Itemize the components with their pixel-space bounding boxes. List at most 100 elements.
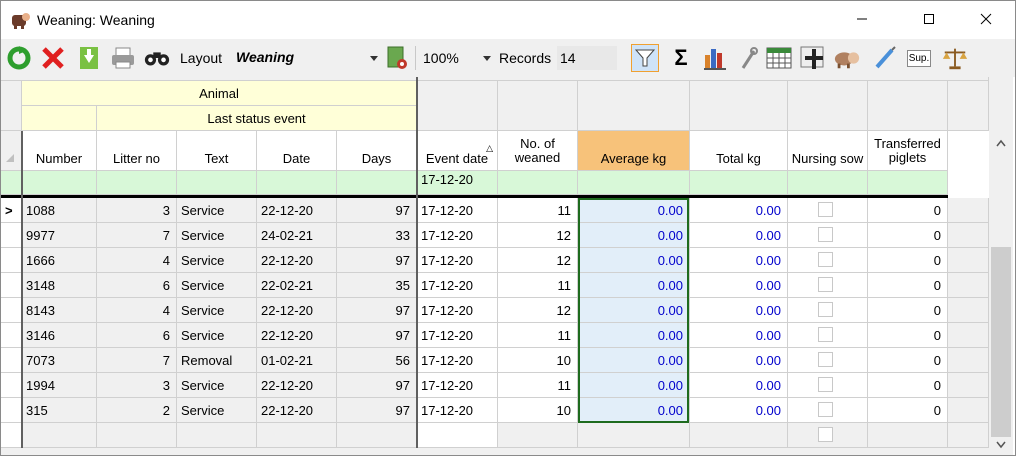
cell-total-kg[interactable]: 0.00: [690, 323, 788, 348]
filter-cell[interactable]: [498, 171, 578, 195]
cell-event-date[interactable]: 17-12-20: [417, 348, 498, 373]
cell-days[interactable]: 97: [337, 198, 417, 223]
header-event-date[interactable]: Event date △: [417, 131, 498, 171]
cell-event-date[interactable]: 17-12-20: [417, 323, 498, 348]
filter-button[interactable]: [631, 44, 659, 72]
cell-total-kg[interactable]: 0.00: [690, 198, 788, 223]
cell-litter-no[interactable]: 3: [97, 373, 177, 398]
header-litter-no[interactable]: Litter no: [97, 131, 177, 171]
new-row-cell[interactable]: [257, 423, 337, 448]
cell-no-weaned[interactable]: 12: [498, 223, 578, 248]
print-button[interactable]: [109, 44, 137, 72]
cell-number[interactable]: 9977: [22, 223, 97, 248]
cell-text[interactable]: Service: [177, 398, 257, 423]
cell-litter-no[interactable]: 4: [97, 248, 177, 273]
cell-litter-no[interactable]: 6: [97, 273, 177, 298]
delete-button[interactable]: [39, 44, 67, 72]
nursing-sow-checkbox[interactable]: [818, 227, 833, 242]
row-indicator[interactable]: [1, 323, 22, 348]
cell-event-date[interactable]: 17-12-20: [417, 248, 498, 273]
cell-date[interactable]: 22-12-20: [257, 398, 337, 423]
cell-no-weaned[interactable]: 11: [498, 198, 578, 223]
cell-date[interactable]: 22-12-20: [257, 198, 337, 223]
cell-transferred-piglets[interactable]: 0: [868, 198, 948, 223]
nursing-sow-checkbox[interactable]: [818, 202, 833, 217]
maximize-button[interactable]: [906, 1, 952, 37]
cell-number[interactable]: 1088: [22, 198, 97, 223]
cell-date[interactable]: 22-12-20: [257, 298, 337, 323]
save-button[interactable]: [75, 44, 103, 72]
cell-transferred-piglets[interactable]: 0: [868, 398, 948, 423]
cell-litter-no[interactable]: 4: [97, 298, 177, 323]
cell-average-kg[interactable]: 0.00: [578, 223, 690, 248]
cell-average-kg[interactable]: 0.00: [578, 298, 690, 323]
cell-total-kg[interactable]: 0.00: [690, 298, 788, 323]
cell-date[interactable]: 24-02-21: [257, 223, 337, 248]
row-indicator[interactable]: [1, 398, 22, 423]
cell-number[interactable]: 7073: [22, 348, 97, 373]
refresh-button[interactable]: [5, 44, 33, 72]
cell-days[interactable]: 35: [337, 273, 417, 298]
new-row-cell[interactable]: [498, 423, 578, 448]
cell-transferred-piglets[interactable]: 0: [868, 298, 948, 323]
injection-button[interactable]: [871, 44, 899, 72]
cell-date[interactable]: 01-02-21: [257, 348, 337, 373]
header-number[interactable]: Number: [22, 131, 97, 171]
cell-total-kg[interactable]: 0.00: [690, 273, 788, 298]
cell-transferred-piglets[interactable]: 0: [868, 323, 948, 348]
filter-cell[interactable]: [578, 171, 690, 195]
cell-date[interactable]: 22-12-20: [257, 323, 337, 348]
nursing-sow-checkbox[interactable]: [818, 252, 833, 267]
header-date[interactable]: Date: [257, 131, 337, 171]
cell-total-kg[interactable]: 0.00: [690, 348, 788, 373]
scale-button[interactable]: [941, 44, 969, 72]
filter-event-date[interactable]: 17-12-20: [417, 171, 498, 195]
cell-average-kg[interactable]: 0.00: [578, 398, 690, 423]
cell-days[interactable]: 97: [337, 373, 417, 398]
nursing-sow-checkbox[interactable]: [818, 352, 833, 367]
cell-event-date[interactable]: 17-12-20: [417, 273, 498, 298]
cell-text[interactable]: Service: [177, 223, 257, 248]
cell-days[interactable]: 33: [337, 223, 417, 248]
cell-transferred-piglets[interactable]: 0: [868, 373, 948, 398]
minimize-button[interactable]: [839, 1, 885, 37]
cell-transferred-piglets[interactable]: 0: [868, 273, 948, 298]
cell-total-kg[interactable]: 0.00: [690, 373, 788, 398]
scrollbar-thumb[interactable]: [991, 247, 1011, 437]
new-row-cell[interactable]: [97, 423, 177, 448]
header-nursing-sow[interactable]: Nursing sow: [788, 131, 868, 171]
cell-days[interactable]: 56: [337, 348, 417, 373]
row-indicator[interactable]: [1, 223, 22, 248]
cell-no-weaned[interactable]: 11: [498, 373, 578, 398]
cell-average-kg[interactable]: 0.00: [578, 273, 690, 298]
weaning-grid[interactable]: Animal Last status event Number Litter no Te…: [1, 77, 989, 455]
tools-button[interactable]: [735, 44, 763, 72]
filter-cell[interactable]: [177, 171, 257, 195]
header-transferred-piglets[interactable]: Transferred piglets: [868, 131, 948, 171]
cell-text[interactable]: Service: [177, 273, 257, 298]
cell-date[interactable]: 22-02-21: [257, 273, 337, 298]
cell-number[interactable]: 1666: [22, 248, 97, 273]
header-total-kg[interactable]: Total kg: [690, 131, 788, 171]
cell-date[interactable]: 22-12-20: [257, 248, 337, 273]
cell-average-kg[interactable]: 0.00: [578, 373, 690, 398]
new-row-cell[interactable]: [22, 423, 97, 448]
row-indicator[interactable]: [1, 298, 22, 323]
cell-event-date[interactable]: 17-12-20: [417, 223, 498, 248]
cell-no-weaned[interactable]: 11: [498, 273, 578, 298]
new-row-cell[interactable]: [337, 423, 417, 448]
cell-date[interactable]: 22-12-20: [257, 373, 337, 398]
cell-no-weaned[interactable]: 12: [498, 298, 578, 323]
cell-number[interactable]: 8143: [22, 298, 97, 323]
cell-text[interactable]: Service: [177, 298, 257, 323]
cell-litter-no[interactable]: 7: [97, 223, 177, 248]
scroll-down-icon[interactable]: [996, 441, 1006, 449]
select-all-corner[interactable]: [1, 131, 22, 171]
cell-average-kg[interactable]: 0.00: [578, 348, 690, 373]
cell-days[interactable]: 97: [337, 298, 417, 323]
cell-average-kg[interactable]: 0.00: [578, 323, 690, 348]
cell-total-kg[interactable]: 0.00: [690, 398, 788, 423]
filter-cell[interactable]: [868, 171, 948, 195]
cell-no-weaned[interactable]: 12: [498, 248, 578, 273]
cell-days[interactable]: 97: [337, 323, 417, 348]
